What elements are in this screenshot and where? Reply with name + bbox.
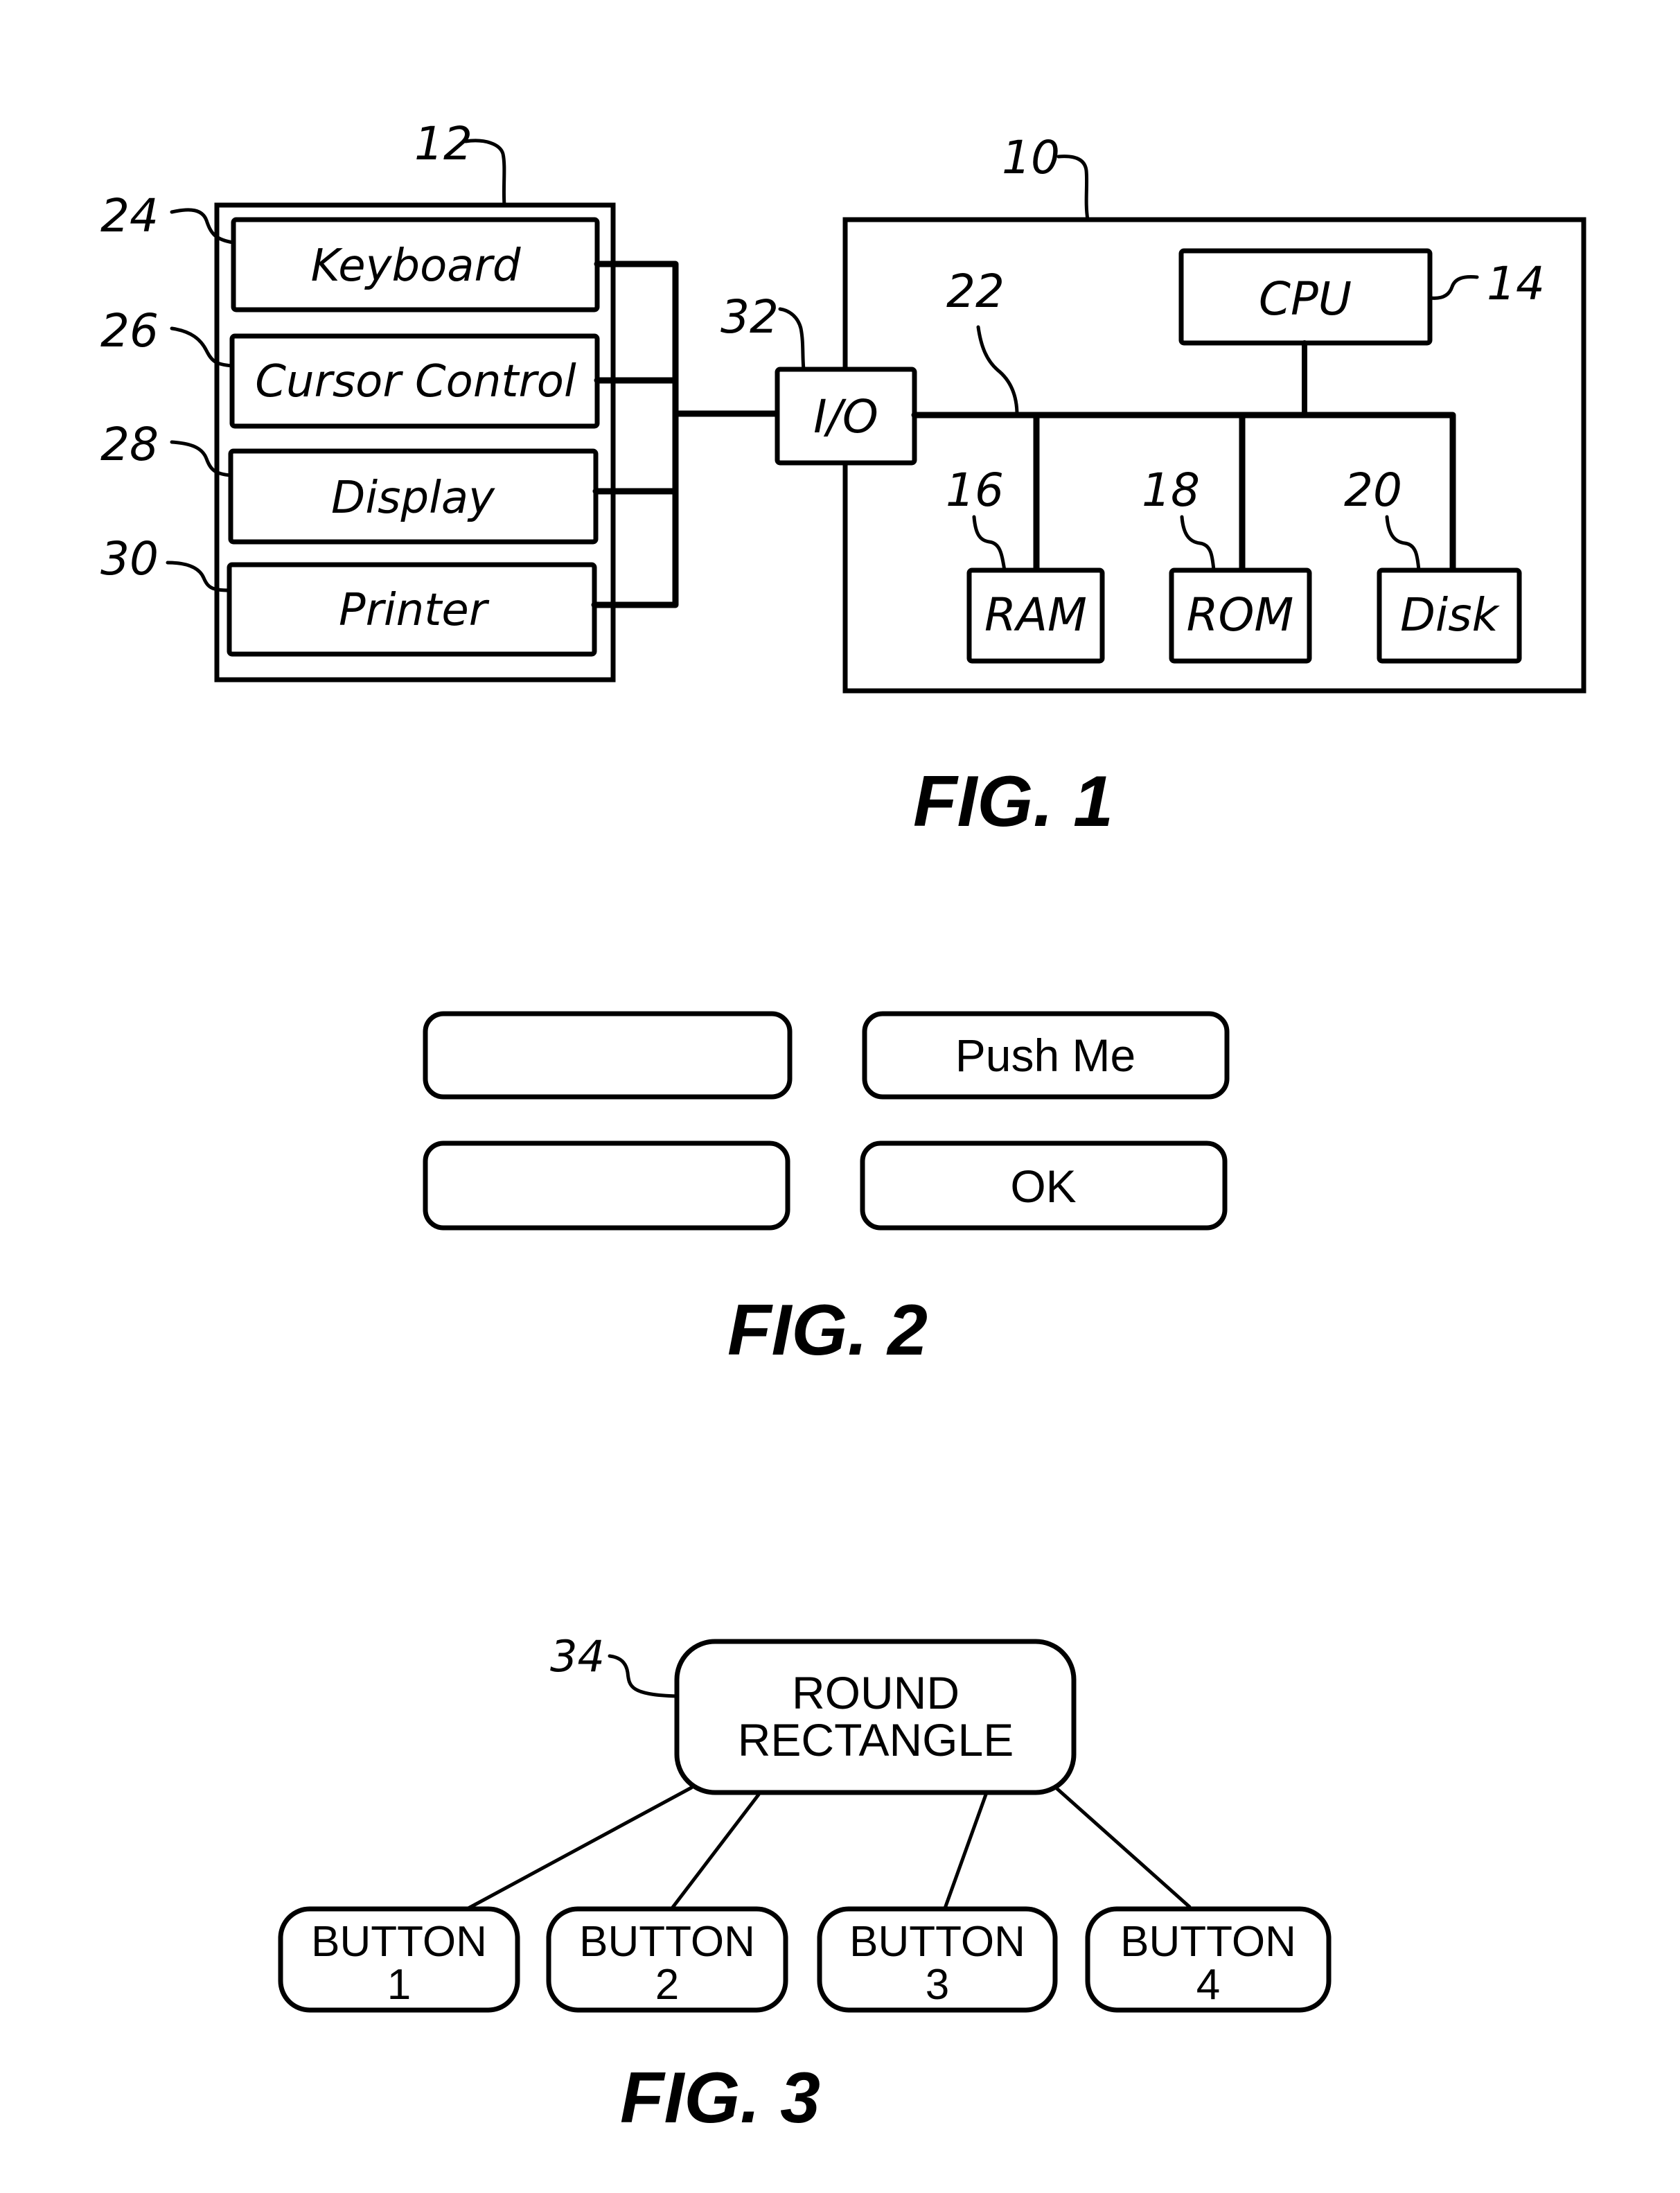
child-button-line1: BUTTON [849, 1918, 1025, 1966]
ref-label-24: 24 [100, 189, 159, 243]
figure-2: Push Me OK FIG. 2 [423, 1011, 1230, 1371]
keyboard-label: Keyboard [311, 240, 521, 292]
child-button-line2: 4 [1196, 1961, 1220, 2009]
disk-label: Disk [1400, 588, 1501, 642]
connector-button-2 [670, 1793, 761, 1910]
child-button-1[interactable]: BUTTON 1 [278, 1906, 520, 2013]
child-button-line1: BUTTON [311, 1918, 487, 1966]
cursor-control-label: Cursor Control [255, 356, 576, 407]
leader-line-34 [608, 1654, 679, 1698]
blank-button-2[interactable] [423, 1140, 790, 1231]
push-me-button[interactable]: Push Me [862, 1011, 1230, 1100]
round-rectangle-node: ROUND RECTANGLE [674, 1639, 1077, 1795]
ref-label-10: 10 [1002, 131, 1060, 184]
ref-label-14: 14 [1487, 257, 1545, 310]
patent-sheet: 12 Keyboard Cursor Control Display Print… [100, 117, 1586, 2138]
child-button-line1: BUTTON [1120, 1918, 1296, 1966]
child-button-line2: 1 [387, 1961, 411, 2009]
connector-button-3 [943, 1793, 988, 1910]
child-button-2[interactable]: BUTTON 2 [546, 1906, 788, 2013]
leader-line-10 [1056, 155, 1090, 222]
round-rectangle-line1: ROUND [792, 1667, 960, 1718]
blank-button-1[interactable] [423, 1011, 793, 1100]
child-button-line2: 2 [655, 1961, 679, 2009]
ref-label-28: 28 [100, 418, 159, 471]
rom-label: ROM [1187, 588, 1294, 642]
leader-line-32 [778, 307, 806, 371]
ok-label: OK [1010, 1161, 1076, 1212]
round-rectangle-line2: RECTANGLE [738, 1714, 1014, 1765]
ok-button[interactable]: OK [860, 1140, 1228, 1231]
button-shape[interactable] [423, 1140, 790, 1231]
connector-button-4 [1053, 1785, 1192, 1909]
figure-3-caption: FIG. 3 [620, 2058, 820, 2138]
connector-button-1 [466, 1786, 693, 1910]
child-button-line2: 3 [926, 1961, 949, 2009]
ref-label-20: 20 [1344, 464, 1402, 517]
button-shape[interactable] [423, 1011, 793, 1100]
child-button-4[interactable]: BUTTON 4 [1085, 1906, 1332, 2013]
figure-3: ROUND RECTANGLE 34 BUTTON 1 BUTTON 2 BUT… [278, 1631, 1332, 2138]
push-me-label: Push Me [955, 1030, 1135, 1081]
ref-label-18: 18 [1142, 464, 1200, 517]
ref-label-12: 12 [414, 117, 472, 170]
figure-2-caption: FIG. 2 [727, 1290, 928, 1371]
printer-label: Printer [339, 585, 490, 636]
figure-1-caption: FIG. 1 [913, 761, 1113, 842]
ref-label-26: 26 [100, 304, 159, 358]
child-button-3[interactable]: BUTTON 3 [817, 1906, 1058, 2013]
ref-label-22: 22 [946, 265, 1005, 318]
display-label: Display [331, 473, 495, 524]
child-button-line1: BUTTON [579, 1918, 755, 1966]
ref-label-32: 32 [720, 290, 779, 344]
ref-label-16: 16 [946, 464, 1004, 517]
cpu-label: CPU [1259, 272, 1352, 326]
io-label: I/O [813, 390, 878, 443]
ref-label-30: 30 [100, 532, 159, 585]
figure-1: 12 Keyboard Cursor Control Display Print… [100, 117, 1586, 842]
ram-label: RAM [984, 588, 1087, 642]
ref-label-34: 34 [550, 1631, 605, 1682]
